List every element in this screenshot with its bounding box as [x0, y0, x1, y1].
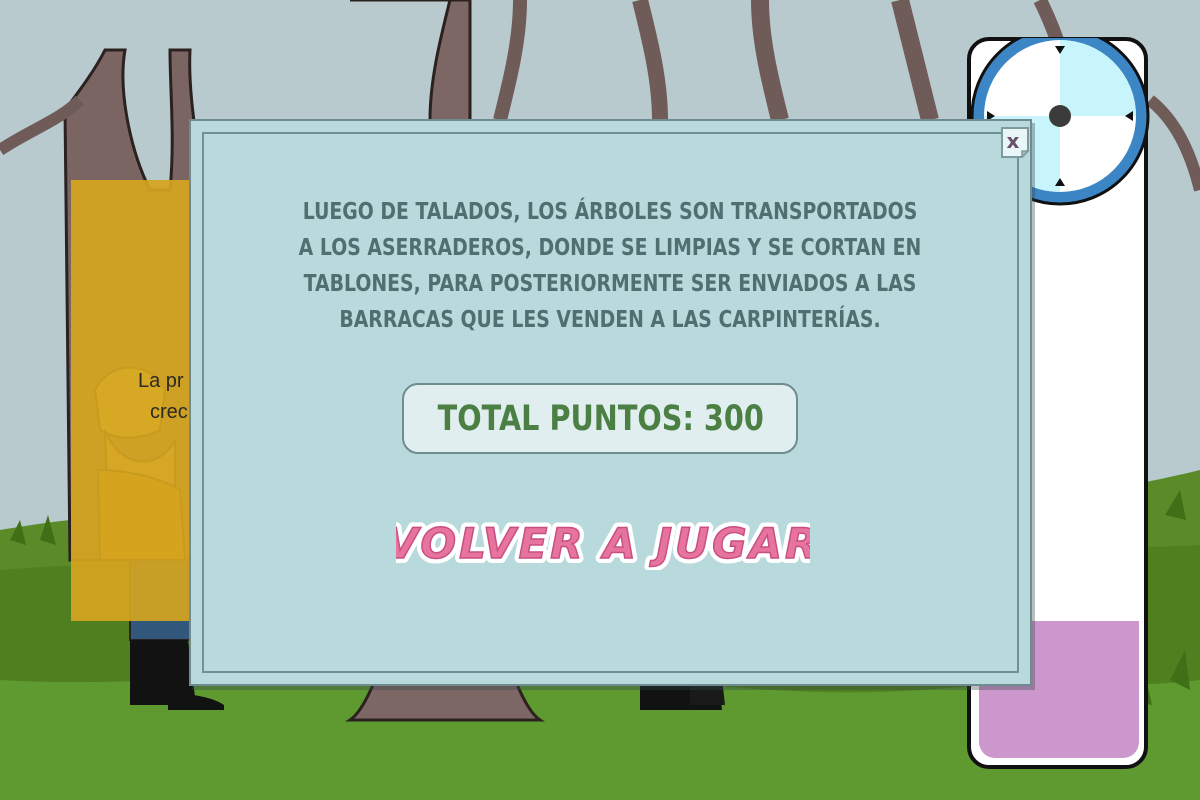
play-again-button[interactable]: VOLVER A JUGAR VOLVER A JUGAR: [396, 514, 810, 570]
play-again-label-art: VOLVER A JUGAR VOLVER A JUGAR: [396, 514, 810, 570]
score-label: TOTAL PUNTOS: 300: [437, 399, 764, 439]
background-card-left-line-2: crec: [150, 401, 188, 423]
close-icon[interactable]: x: [1003, 129, 1023, 153]
background-card-left-line-1: La pr: [138, 370, 184, 392]
educational-message: LUEGO DE TALADOS, LOS ÁRBOLES SON TRANSP…: [298, 199, 922, 333]
background-card-left-text: La pr crec: [138, 366, 188, 428]
play-again-label[interactable]: VOLVER A JUGAR: [396, 518, 810, 569]
game-stage: La pr crec ejan os x LUEGO DE TALADOS, L…: [0, 0, 1200, 800]
